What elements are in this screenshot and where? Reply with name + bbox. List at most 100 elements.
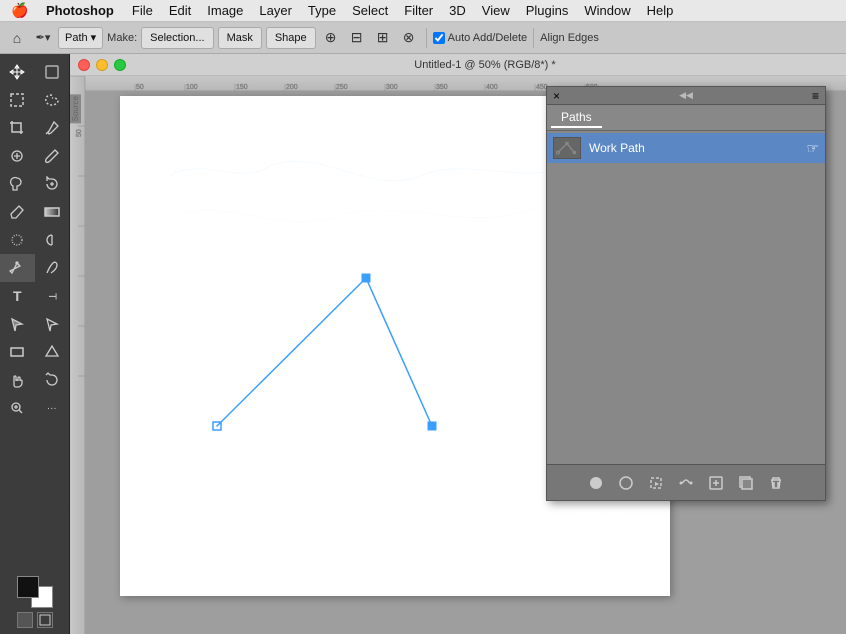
shape-tool[interactable] <box>35 338 70 366</box>
rotate-view-tool[interactable] <box>35 366 70 394</box>
load-selection-icon[interactable] <box>645 472 667 494</box>
paths-panel-header: Paths <box>547 105 825 131</box>
new-path-icon[interactable] <box>735 472 757 494</box>
menu-plugins[interactable]: Plugins <box>518 0 577 22</box>
make-label: Make: <box>107 32 137 44</box>
add-mask-icon[interactable] <box>705 472 727 494</box>
freeform-pen-tool[interactable] <box>35 254 70 282</box>
main-area: T T <box>0 54 846 634</box>
svg-text:100: 100 <box>186 84 198 91</box>
tool-row-8 <box>0 254 69 282</box>
quick-mask-icon[interactable] <box>17 612 33 628</box>
menu-edit[interactable]: Edit <box>161 0 199 22</box>
direct-selection-tool[interactable] <box>35 310 70 338</box>
dodge-tool[interactable] <box>35 226 70 254</box>
shape-button[interactable]: Shape <box>266 27 316 49</box>
ruler-left: 50 <box>70 76 85 634</box>
menu-3d[interactable]: 3D <box>441 0 474 22</box>
tool-row-6 <box>0 198 69 226</box>
paths-panel-menu-icon[interactable]: ≡ <box>812 89 819 103</box>
move-tool[interactable] <box>0 58 35 86</box>
pen-tool-icon[interactable]: ✒▾ <box>32 27 54 49</box>
spot-heal-tool[interactable] <box>0 142 35 170</box>
toolbar: ⌂ ✒▾ Path ▾ Make: Selection... Mask Shap… <box>0 22 846 54</box>
separator <box>426 28 427 48</box>
distribute-icon[interactable]: ⊞ <box>372 27 394 49</box>
foreground-color[interactable] <box>17 576 39 598</box>
canvas-titlebar: Untitled-1 @ 50% (RGB/8*) * <box>70 54 846 76</box>
tool-row-13: ··· <box>0 394 69 422</box>
svg-text:250: 250 <box>336 84 348 91</box>
svg-text:350: 350 <box>436 84 448 91</box>
separator2 <box>533 28 534 48</box>
minimize-button[interactable] <box>96 59 108 71</box>
blur-tool[interactable] <box>0 226 35 254</box>
svg-text:50: 50 <box>76 129 83 137</box>
gradient-tool[interactable] <box>35 198 70 226</box>
canvas-content[interactable]: 50 100 150 200 250 300 350 400 450 500 <box>70 76 846 634</box>
menu-image[interactable]: Image <box>199 0 251 22</box>
zoom-tool[interactable] <box>0 394 35 422</box>
history-brush-tool[interactable] <box>35 170 70 198</box>
artboard-tool[interactable] <box>35 58 70 86</box>
screen-mode-icon[interactable] <box>37 612 53 628</box>
canvas-window: Untitled-1 @ 50% (RGB/8*) * 50 100 150 2… <box>70 54 846 634</box>
lasso-tool[interactable] <box>35 86 70 114</box>
canvas-area: Source Untitled-1 @ 50% (RGB/8*) * 50 10… <box>70 54 846 634</box>
selection-button[interactable]: Selection... <box>141 27 213 49</box>
hand-tool[interactable] <box>0 366 35 394</box>
apple-menu[interactable]: 🍎 <box>0 2 40 19</box>
menu-layer[interactable]: Layer <box>251 0 300 22</box>
type-tool[interactable]: T <box>0 282 35 310</box>
home-icon[interactable]: ⌂ <box>6 27 28 49</box>
auto-add-delete-checkbox[interactable]: Auto Add/Delete <box>433 32 528 44</box>
mask-button[interactable]: Mask <box>218 27 262 49</box>
color-swatches[interactable] <box>17 576 53 608</box>
align-edges-label: Align Edges <box>540 32 599 44</box>
crop-tool[interactable] <box>0 114 35 142</box>
menu-view[interactable]: View <box>474 0 518 22</box>
menu-type[interactable]: Type <box>300 0 344 22</box>
path-item-label: Work Path <box>589 141 645 155</box>
stamp-tool[interactable] <box>0 170 35 198</box>
fill-path-icon[interactable] <box>585 472 607 494</box>
svg-text:200: 200 <box>286 84 298 91</box>
add-anchor-icon[interactable]: ⊕ <box>320 27 342 49</box>
eraser-tool[interactable] <box>0 198 35 226</box>
pen-tool[interactable] <box>0 254 35 282</box>
make-work-path-icon[interactable] <box>675 472 697 494</box>
delete-path-icon[interactable] <box>765 472 787 494</box>
paths-panel-expand-icon[interactable]: ◀◀ <box>679 90 693 101</box>
path-ops-icon[interactable]: ⊗ <box>398 27 420 49</box>
tool-row-1 <box>0 58 69 86</box>
vertical-type-tool[interactable]: T <box>35 282 70 310</box>
tool-row-11 <box>0 338 69 366</box>
svg-text:150: 150 <box>236 84 248 91</box>
rectangle-tool[interactable] <box>0 338 35 366</box>
tab-paths[interactable]: Paths <box>551 108 602 128</box>
brush-tool[interactable] <box>35 142 70 170</box>
maximize-button[interactable] <box>114 59 126 71</box>
menu-help[interactable]: Help <box>639 0 682 22</box>
menu-select[interactable]: Select <box>344 0 396 22</box>
stroke-path-icon[interactable] <box>615 472 637 494</box>
align-left-icon[interactable]: ⊟ <box>346 27 368 49</box>
paths-panel-close-icon[interactable]: × <box>553 89 560 103</box>
paths-panel-titlebar: × ◀◀ ≡ <box>547 87 825 105</box>
menu-file[interactable]: File <box>124 0 161 22</box>
tool-row-12 <box>0 366 69 394</box>
rect-marquee-tool[interactable] <box>0 86 35 114</box>
menu-window[interactable]: Window <box>576 0 638 22</box>
extra-tools[interactable]: ··· <box>35 394 70 422</box>
svg-text:300: 300 <box>386 84 398 91</box>
svg-text:50: 50 <box>136 84 144 91</box>
menu-filter[interactable]: Filter <box>396 0 441 22</box>
path-type-dropdown[interactable]: Path ▾ <box>58 27 103 49</box>
tool-row-3 <box>0 114 69 142</box>
eyedropper-tool[interactable] <box>35 114 70 142</box>
paths-panel: × ◀◀ ≡ Paths <box>546 86 826 501</box>
path-selection-tool[interactable] <box>0 310 35 338</box>
path-item-work-path[interactable]: Work Path ☞ <box>547 133 825 163</box>
close-button[interactable] <box>78 59 90 71</box>
color-section <box>11 570 59 634</box>
